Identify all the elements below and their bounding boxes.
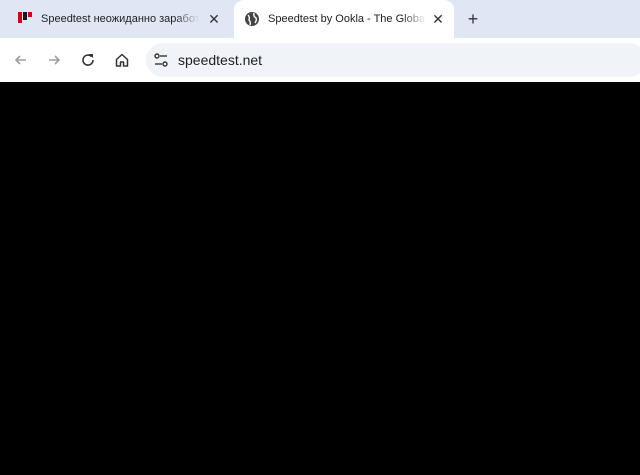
tab-speedtest-ookla[interactable]: Speedtest by Ookla - The Global Broadban… <box>234 0 454 38</box>
page-content[interactable] <box>0 82 640 475</box>
forward-button[interactable] <box>42 48 66 72</box>
reload-icon <box>82 54 94 66</box>
tab-title: Speedtest неожиданно заработал <box>41 13 199 25</box>
site-logo-icon <box>17 11 33 27</box>
tab-strip: Speedtest неожиданно заработал ✕ Speedte… <box>0 0 640 38</box>
url-text[interactable]: speedtest.net <box>178 52 262 68</box>
new-tab-button[interactable]: + <box>463 9 483 29</box>
reload-button[interactable] <box>76 48 100 72</box>
close-icon[interactable]: ✕ <box>206 11 222 27</box>
tab-title: Speedtest by Ookla - The Global Broadban… <box>268 13 426 25</box>
address-bar[interactable]: speedtest.net <box>146 43 640 77</box>
close-icon[interactable]: ✕ <box>430 11 446 27</box>
arrow-right-icon <box>49 55 61 65</box>
tab-speedtest-news[interactable]: Speedtest неожиданно заработал ✕ <box>0 0 230 38</box>
toolbar: speedtest.net <box>0 38 640 82</box>
arrow-left-icon <box>14 55 26 65</box>
home-icon <box>115 53 129 67</box>
globe-icon <box>244 11 260 27</box>
site-info-icon[interactable] <box>152 51 170 69</box>
home-button[interactable] <box>110 48 134 72</box>
back-button[interactable] <box>9 48 33 72</box>
